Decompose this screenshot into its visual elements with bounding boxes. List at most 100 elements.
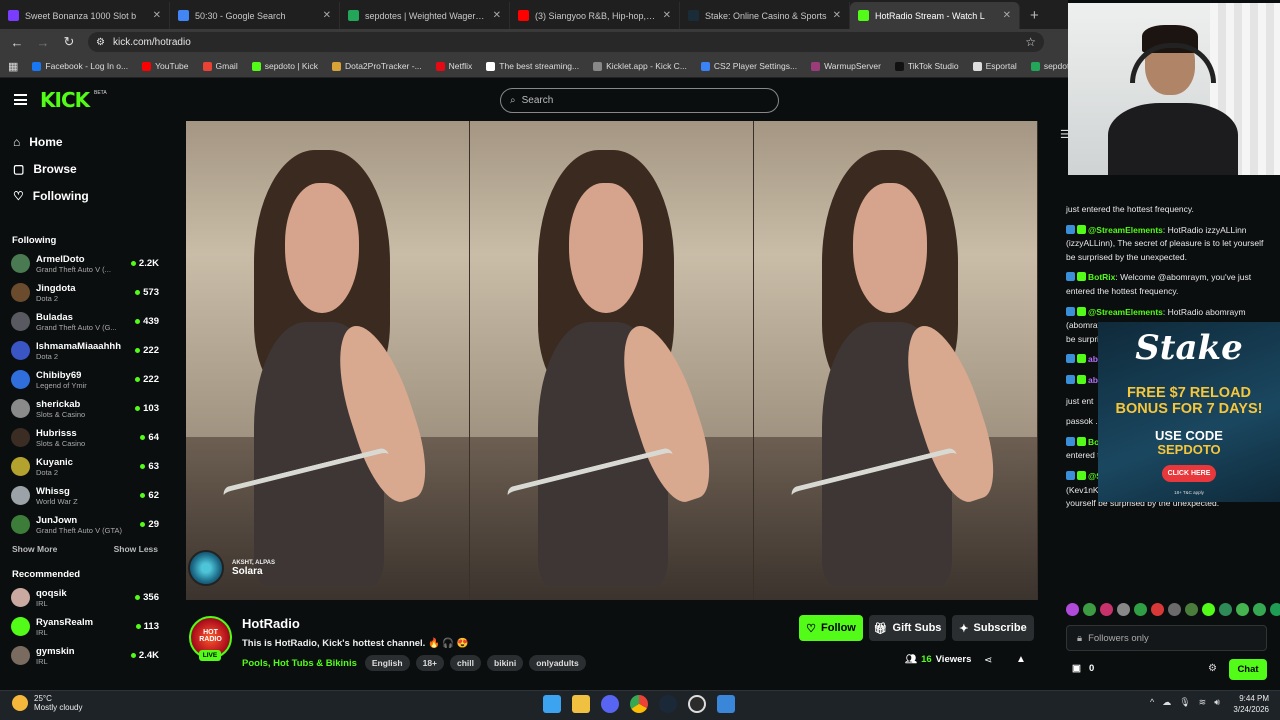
emote-icon[interactable] (1253, 603, 1266, 616)
close-icon[interactable]: ✕ (663, 10, 671, 21)
apps-icon[interactable]: ▦ (8, 60, 18, 73)
chat-send-button[interactable]: Chat (1229, 659, 1267, 680)
bookmark-item[interactable]: WarmupServer (811, 61, 881, 71)
gift-subs-button[interactable]: 🎁︎ Gift Subs (869, 615, 946, 641)
stream-tag[interactable]: English (364, 655, 410, 671)
close-icon[interactable]: ✕ (323, 10, 331, 21)
bookmark-item[interactable]: Kicklet.app - Kick C... (593, 61, 687, 71)
show-less-button[interactable]: Show Less (114, 544, 158, 554)
weather-widget[interactable]: 25°C Mostly cloudy (12, 694, 82, 712)
emote-icon[interactable] (1151, 603, 1164, 616)
obs-icon[interactable] (688, 695, 706, 713)
search-input[interactable]: ⌕ Search (500, 88, 779, 113)
close-icon[interactable]: ✕ (833, 10, 841, 21)
menu-icon[interactable] (14, 94, 27, 105)
forward-icon[interactable]: → (36, 35, 50, 50)
emote-icon[interactable] (1270, 603, 1280, 616)
reload-icon[interactable]: ↻ (62, 34, 76, 50)
emote-icon[interactable] (1168, 603, 1181, 616)
bookmark-item[interactable]: Netflix (435, 61, 472, 71)
bookmark-item[interactable]: Facebook - Log In o... (32, 61, 128, 71)
chat-username[interactable]: @StreamElements (1088, 307, 1163, 317)
emote-icon[interactable] (1083, 603, 1096, 616)
browser-tab[interactable]: Stake: Online Casino & Sports ✕ (680, 2, 850, 29)
channel-item[interactable]: Jingdota Dota 2 573 (0, 278, 170, 307)
nav-following[interactable]: ♡ Following (0, 182, 170, 209)
browser-tab[interactable]: HotRadio Stream - Watch L ✕ (850, 2, 1020, 29)
channel-item[interactable]: gymskin IRL 2.4K (0, 641, 170, 670)
emote-icon[interactable] (1100, 603, 1113, 616)
browser-tab[interactable]: sepdotes | Weighted Wager Ra ✕ (340, 2, 510, 29)
follow-button[interactable]: ♡ Follow (799, 615, 863, 641)
stream-tag[interactable]: onlyadults (529, 655, 586, 671)
channel-item[interactable]: Buladas Grand Theft Auto V (G... 439 (0, 307, 170, 336)
channel-name[interactable]: HotRadio (242, 616, 300, 631)
file-explorer-icon[interactable] (572, 695, 590, 713)
emote-icon[interactable] (1219, 603, 1232, 616)
emote-icon[interactable] (1117, 603, 1130, 616)
channel-item[interactable]: ArmelDoto Grand Theft Auto V (... 2.2K (0, 249, 170, 278)
channel-item[interactable]: sherickab Slots & Casino 103 (0, 394, 170, 423)
stream-tag[interactable]: bikini (487, 655, 524, 671)
channel-item[interactable]: IshmamaMiaaahhh Dota 2 222 (0, 336, 170, 365)
steam-icon[interactable] (659, 695, 677, 713)
browser-tab[interactable]: (3) Siangyoo R&B, Hip-hop, Afr ✕ (510, 2, 680, 29)
back-icon[interactable]: ← (10, 35, 24, 50)
channel-item[interactable]: RyansRealm IRL 113 (0, 612, 170, 641)
app-icon[interactable] (717, 695, 735, 713)
nav-home[interactable]: ⌂ Home (0, 128, 170, 155)
bookmark-item[interactable]: CS2 Player Settings... (700, 61, 797, 71)
chat-settings-icon[interactable]: ⚙ (1208, 663, 1217, 674)
emote-icon[interactable] (1066, 603, 1079, 616)
bookmark-item[interactable]: Gmail (202, 61, 238, 71)
new-tab-icon[interactable]: + (1020, 2, 1049, 29)
stream-tag[interactable]: chill (450, 655, 482, 671)
bookmark-star-icon[interactable]: ☆ (1025, 35, 1036, 49)
browser-tab[interactable]: Sweet Bonanza 1000 Slot b ✕ (0, 2, 170, 29)
subscribe-button[interactable]: ✦ Subscribe (952, 615, 1034, 641)
microphone-icon[interactable]: 🎙︎ (1179, 697, 1190, 708)
wifi-icon[interactable]: ≋ (1199, 697, 1207, 708)
chrome-icon[interactable] (630, 695, 648, 713)
channel-item[interactable]: qoqsik IRL 356 (0, 583, 170, 612)
volume-icon[interactable]: 🔊︎ (1214, 697, 1220, 708)
bookmark-item[interactable]: Esportal (972, 61, 1017, 71)
emote-icon[interactable] (1185, 603, 1198, 616)
bookmark-item[interactable]: Dota2ProTracker -... (331, 61, 422, 71)
chat-input[interactable]: 🔒︎ Followers only (1066, 625, 1267, 651)
nav-browse[interactable]: ▢ Browse (0, 155, 170, 182)
show-more-button[interactable]: Show More (12, 544, 57, 554)
points-display[interactable]: ▣ 0 (1072, 663, 1094, 674)
bookmark-item[interactable]: TikTok Studio (894, 61, 959, 71)
emote-icon[interactable] (1236, 603, 1249, 616)
clock[interactable]: 9:44 PM 3/24/2026 (1225, 693, 1269, 715)
channel-item[interactable]: Kuyanic Dota 2 63 (0, 452, 170, 481)
site-info-icon[interactable]: ⚙ (96, 37, 105, 48)
discord-icon[interactable] (601, 695, 619, 713)
emote-icon[interactable] (1202, 603, 1215, 616)
bookmark-item[interactable]: sepdoto | Kick (251, 61, 318, 71)
url-input[interactable]: ⚙ kick.com/hotradio ☆ (88, 32, 1044, 52)
windows-start-icon[interactable] (543, 695, 561, 713)
channel-item[interactable]: Hubrisss Slots & Casino 64 (0, 423, 170, 452)
ad-click-here-button[interactable]: CLICK HERE (1162, 465, 1216, 482)
bookmark-item[interactable]: YouTube (142, 61, 189, 71)
chat-username[interactable]: @StreamElements (1088, 225, 1163, 235)
kick-logo[interactable]: KICK (40, 88, 90, 112)
cloud-icon[interactable]: ☁ (1162, 697, 1171, 708)
close-icon[interactable]: ✕ (1003, 10, 1011, 21)
channel-item[interactable]: Whissg World War Z 62 (0, 481, 170, 510)
video-player[interactable] (186, 121, 1038, 600)
category-link[interactable]: Pools, Hot Tubs & Bikinis (242, 658, 357, 669)
chevron-up-icon[interactable]: ^ (1150, 697, 1154, 708)
channel-item[interactable]: JunJown Grand Theft Auto V (GTA) 29 (0, 510, 170, 539)
chat-username[interactable]: BotRix (1088, 272, 1115, 282)
report-icon[interactable]: ▲ (1016, 654, 1026, 665)
browser-tab[interactable]: 50:30 - Google Search ✕ (170, 2, 340, 29)
close-icon[interactable]: ✕ (493, 10, 501, 21)
emote-icon[interactable] (1134, 603, 1147, 616)
stream-tag[interactable]: 18+ (415, 655, 445, 671)
share-icon[interactable]: ⋖ (984, 655, 992, 666)
close-icon[interactable]: ✕ (153, 10, 161, 21)
bookmark-item[interactable]: The best streaming... (486, 61, 579, 71)
